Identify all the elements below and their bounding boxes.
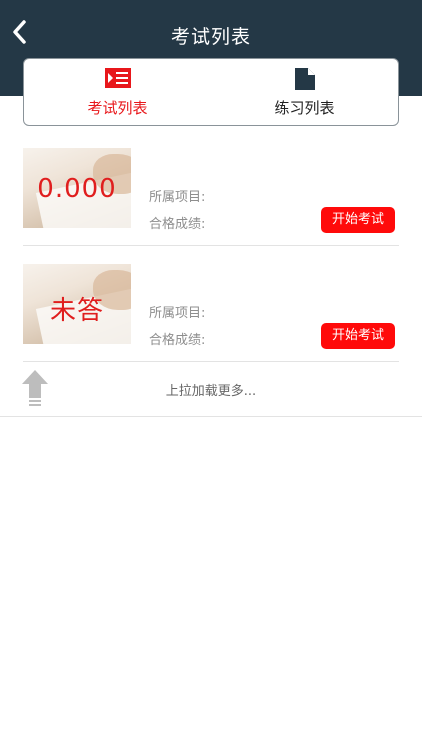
exam-thumbnail: 未答 bbox=[23, 264, 131, 344]
pass-score-field: 合格成绩: bbox=[149, 329, 205, 348]
tab-exam-list[interactable]: 考试列表 bbox=[24, 59, 211, 125]
start-exam-button[interactable]: 开始考试 bbox=[321, 207, 395, 233]
tab-bar: 考试列表 练习列表 bbox=[23, 58, 399, 126]
score-overlay: 0.000 bbox=[37, 174, 117, 204]
pass-score-field: 合格成绩: bbox=[149, 213, 205, 232]
document-icon bbox=[294, 68, 315, 94]
start-exam-button[interactable]: 开始考试 bbox=[321, 323, 395, 349]
list-item: 0.000 所属项目: 合格成绩: 开始考试 bbox=[23, 146, 399, 246]
project-field: 所属项目: bbox=[149, 186, 205, 205]
project-label: 所属项目: bbox=[149, 306, 206, 321]
exam-thumbnail: 0.000 bbox=[23, 148, 131, 228]
pass-score-label: 合格成绩: bbox=[149, 333, 206, 348]
project-field: 所属项目: bbox=[149, 302, 205, 321]
tab-practice-list[interactable]: 练习列表 bbox=[211, 59, 398, 125]
project-label: 所属项目: bbox=[149, 190, 206, 205]
page-title: 考试列表 bbox=[170, 26, 251, 48]
pass-score-label: 合格成绩: bbox=[149, 217, 206, 232]
list-item: 未答 所属项目: 合格成绩: 开始考试 bbox=[23, 262, 399, 362]
tab-practice-label: 练习列表 bbox=[274, 99, 335, 117]
tab-exam-label: 考试列表 bbox=[87, 99, 148, 117]
exam-list: 0.000 所属项目: 合格成绩: 开始考试 未答 所属项目: 合格成绩: 开始… bbox=[23, 146, 399, 378]
load-more-row[interactable]: 上拉加载更多... bbox=[0, 362, 422, 417]
list-icon bbox=[104, 68, 131, 92]
load-more-text: 上拉加载更多... bbox=[165, 384, 257, 399]
score-overlay: 未答 bbox=[49, 296, 104, 326]
